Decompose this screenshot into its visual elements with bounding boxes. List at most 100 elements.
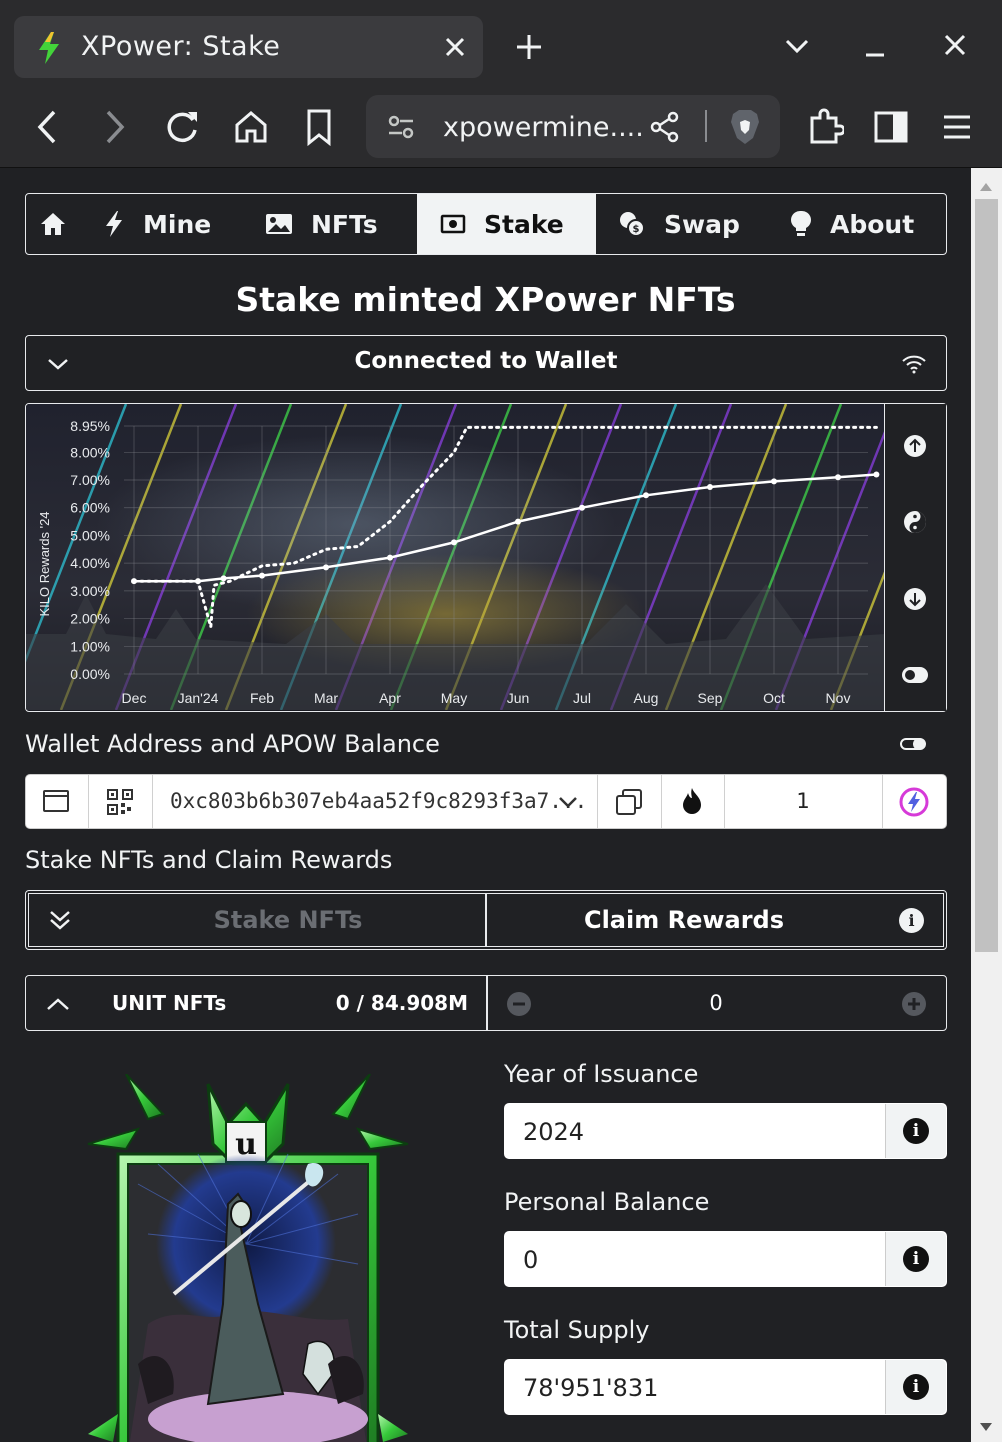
unit-nfts-label[interactable]: UNIT NFTs <box>112 991 226 1015</box>
x-tick-label: Jun <box>507 690 530 706</box>
stake-nfts-button[interactable]: Stake NFTs <box>90 906 486 934</box>
apow-token-icon[interactable] <box>899 787 929 821</box>
svg-text:$: $ <box>633 224 640 235</box>
nav-nfts[interactable]: NFTs <box>265 193 378 255</box>
unit-nfts-balance: 0 / 84.908M <box>335 991 468 1015</box>
x-tick-label: Jul <box>573 690 591 706</box>
close-tab-icon[interactable] <box>442 34 468 64</box>
back-icon[interactable] <box>34 108 60 150</box>
scrollbar-thumb[interactable] <box>975 199 998 952</box>
home-icon[interactable] <box>232 108 270 150</box>
series-point <box>323 564 329 571</box>
chevron-down-icon[interactable] <box>558 794 578 813</box>
cash-icon <box>440 213 466 235</box>
nav-about[interactable]: About <box>790 193 914 255</box>
url-text[interactable]: xpowermine.... <box>443 112 644 143</box>
nav-home-icon[interactable] <box>40 212 66 240</box>
scroll-down-arrow-icon[interactable] <box>978 1418 994 1437</box>
cell-divider <box>88 775 89 828</box>
window-close-icon[interactable] <box>942 32 968 62</box>
claim-rewards-button[interactable]: Claim Rewards <box>486 906 882 934</box>
rewards-chart: 0.00% 1.00% 2.00% 3.00% 4.00% 5.00% 6.00% 7.00%… <box>25 403 947 712</box>
wallet-section-label: Wallet Address and APOW Balance <box>25 730 440 758</box>
forward-icon[interactable] <box>102 108 128 150</box>
decrement-icon[interactable] <box>506 991 532 1021</box>
nav-mine[interactable]: Mine <box>103 193 211 255</box>
wallet-status-label[interactable]: Connected to Wallet <box>25 348 947 374</box>
scroll-up-arrow-icon[interactable] <box>978 178 994 197</box>
personal-balance-value[interactable]: 0 <box>523 1246 538 1274</box>
chevron-up-icon[interactable] <box>46 996 70 1015</box>
y-tick-label: 3.00% <box>70 583 110 599</box>
nav-stake[interactable]: Stake <box>440 193 564 255</box>
minimize-icon[interactable] <box>864 44 886 63</box>
nav-nfts-label: NFTs <box>311 209 378 239</box>
total-supply-value[interactable]: 78'951'831 <box>523 1374 658 1402</box>
apow-balance[interactable]: 1 <box>724 789 882 813</box>
series-point <box>873 471 880 478</box>
wallet-address-select[interactable]: 0xc803b6b307eb4aa52f9c8293f3a7... <box>170 789 587 813</box>
tab-list-chevron-icon[interactable] <box>784 36 810 60</box>
year-value[interactable]: 2024 <box>523 1118 584 1146</box>
y-tick-label: 4.00% <box>70 555 110 571</box>
x-tick-label: Jan'24 <box>178 690 219 706</box>
double-chevron-down-icon[interactable] <box>48 909 72 935</box>
wifi-icon <box>900 352 928 380</box>
y-tick-label: 8.95% <box>70 418 110 434</box>
personal-balance-info-button[interactable]: i <box>885 1232 946 1286</box>
url-divider <box>705 110 707 142</box>
series-point <box>643 492 649 499</box>
wallet-toggle-icon[interactable] <box>900 735 928 757</box>
personal-balance-field[interactable] <box>504 1231 947 1287</box>
nav-swap[interactable]: $ Swap <box>618 193 740 255</box>
share-icon[interactable] <box>650 111 680 147</box>
x-tick-label: Nov <box>826 690 851 706</box>
year-label: Year of Issuance <box>504 1060 699 1088</box>
y-tick-label: 0.00% <box>70 666 110 682</box>
series-point <box>707 483 713 490</box>
year-info-button[interactable]: i <box>885 1104 946 1158</box>
y-tick-label: 7.00% <box>70 472 110 488</box>
site-settings-icon[interactable] <box>386 112 416 146</box>
total-supply-info-button[interactable]: i <box>885 1360 946 1414</box>
wallet-icon[interactable] <box>43 789 69 817</box>
lightbulb-icon <box>790 210 812 238</box>
chart-plot: 0.00% 1.00% 2.00% 3.00% 4.00% 5.00% 6.00% 7.00%… <box>26 404 886 710</box>
yin-yang-icon[interactable] <box>903 510 927 538</box>
arrow-up-circle-icon[interactable] <box>903 434 927 462</box>
new-tab-icon[interactable] <box>514 32 544 66</box>
info-icon: i <box>903 1374 929 1400</box>
image-icon <box>265 212 293 236</box>
arrow-down-circle-icon[interactable] <box>903 587 927 615</box>
menu-icon[interactable] <box>942 112 972 146</box>
extensions-icon[interactable] <box>808 108 846 150</box>
series-point <box>515 518 521 525</box>
bookmark-icon[interactable] <box>304 108 334 150</box>
x-tick-label: Dec <box>122 690 147 706</box>
qr-code-icon[interactable] <box>107 789 133 819</box>
brave-shield-icon[interactable] <box>729 108 761 150</box>
row-divider <box>486 976 488 1030</box>
xpower-bolt-icon <box>36 32 62 68</box>
series-point <box>451 539 457 546</box>
copy-icon[interactable] <box>616 789 642 819</box>
increment-icon[interactable] <box>901 991 927 1021</box>
reload-icon[interactable] <box>164 108 200 150</box>
y-tick-label: 1.00% <box>70 638 110 654</box>
y-tick-label: 8.00% <box>70 444 110 460</box>
x-tick-label: Oct <box>763 690 785 706</box>
series-point <box>771 478 777 485</box>
series-point <box>387 554 393 561</box>
x-tick-label: Feb <box>250 690 274 706</box>
info-icon: i <box>903 1246 929 1272</box>
fire-icon[interactable] <box>681 787 703 819</box>
nav-mine-label: Mine <box>143 209 212 239</box>
y-tick-label: 6.00% <box>70 500 110 516</box>
cell-divider <box>152 775 153 828</box>
info-icon[interactable]: i <box>899 908 924 933</box>
tab-title: XPower: Stake <box>81 31 281 62</box>
page-title: Stake minted XPower NFTs <box>235 280 736 319</box>
sidebar-toggle-icon[interactable] <box>874 110 908 148</box>
chart-toggle-icon[interactable] <box>901 666 929 688</box>
unit-nfts-amount[interactable]: 0 <box>690 991 742 1015</box>
